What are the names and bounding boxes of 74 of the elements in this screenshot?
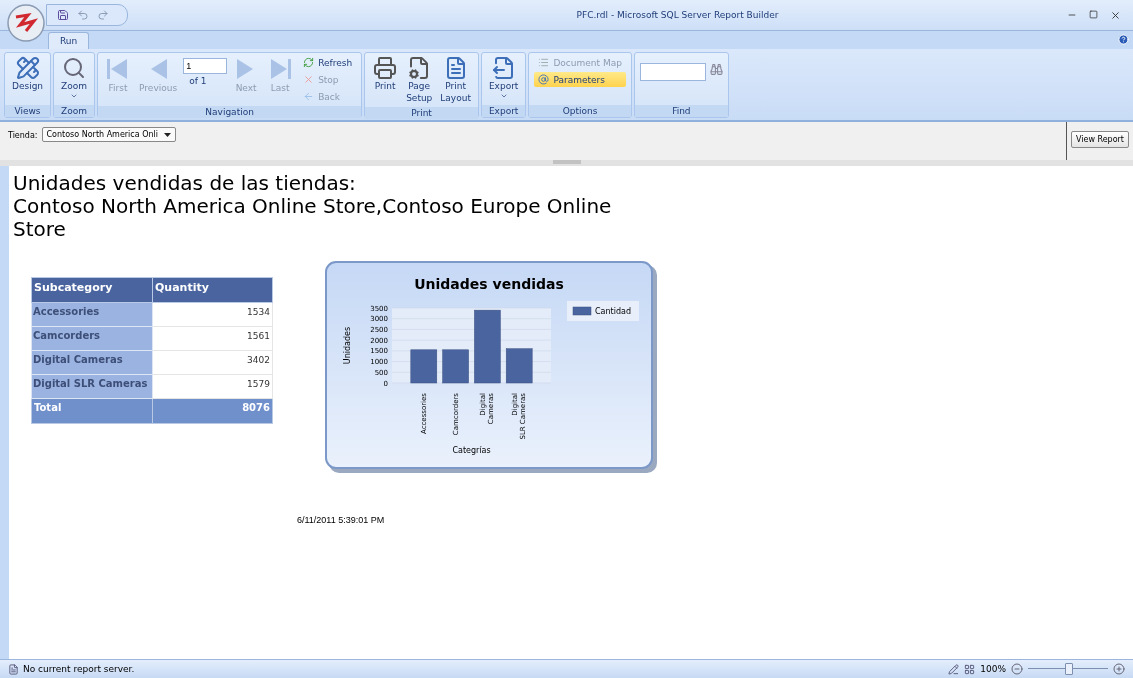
ribbon-tab[interactable]: Run [48, 32, 90, 49]
table-cell: Digital SLR Cameras [31, 374, 153, 399]
column-header: Quantity [152, 277, 273, 303]
at-sign-icon [538, 74, 550, 85]
zoom-in-icon[interactable] [1113, 663, 1125, 675]
design-button[interactable]: Design [10, 55, 46, 93]
splitter-handle[interactable] [552, 160, 581, 164]
report-title: Unidades vendidas de las tiendas: [13, 172, 357, 195]
printer-icon [373, 56, 398, 80]
pencil-ruler-icon [15, 56, 40, 80]
find-field[interactable] [639, 63, 706, 81]
chart-title: Unidades vendidas [414, 276, 564, 292]
status-message: No current report server. [23, 664, 135, 674]
binoculars-icon[interactable] [709, 63, 723, 76]
refresh-button[interactable]: Refresh [299, 55, 357, 70]
axis-title: Categrías [452, 446, 491, 455]
back-arrow-icon [303, 91, 315, 102]
print-button[interactable]: Print Layout [438, 55, 473, 105]
axis-title: Unidades [343, 326, 352, 365]
table-cell: 1534 [152, 302, 273, 327]
table-cell: 1579 [152, 374, 273, 399]
save-icon[interactable] [57, 9, 69, 21]
group-label: Views [5, 105, 51, 117]
bar [442, 349, 469, 384]
group-label: Navigation [98, 106, 362, 118]
help-icon[interactable] [1118, 34, 1129, 45]
legend: Cantidad [567, 301, 639, 321]
close-icon[interactable] [1110, 9, 1121, 21]
report-title: Contoso North America Online Store,Contoso Europe Online Store [13, 195, 613, 241]
zoom-out-icon[interactable] [1011, 663, 1023, 675]
magnifier-icon [62, 56, 87, 80]
slider-thumb[interactable] [1065, 663, 1073, 675]
group-label: Options [529, 105, 631, 117]
print-button[interactable]: Print [370, 55, 401, 93]
bar [505, 348, 533, 384]
refresh-icon [303, 57, 315, 68]
document-icon [8, 663, 19, 675]
layout-icon[interactable] [964, 663, 976, 675]
stop-icon [303, 74, 315, 85]
table-cell: Camcorders [31, 326, 153, 351]
export-button[interactable]: Export [486, 55, 521, 101]
bar [410, 349, 438, 384]
option-button[interactable]: Parameters [534, 72, 626, 87]
store-dropdown[interactable]: Contoso North America Onli [41, 127, 176, 142]
table-cell: 1561 [152, 326, 273, 351]
timestamp: 6/11/2011 5:39:01 PM [297, 515, 386, 525]
list-icon [538, 57, 550, 68]
parameter-label: Tienda: [8, 131, 38, 140]
maximize-icon[interactable] [1089, 9, 1098, 19]
redo-icon[interactable] [97, 9, 109, 21]
table-cell: Digital Cameras [31, 350, 153, 375]
group-label: Zoom [54, 105, 95, 117]
group-label: Export [481, 105, 526, 117]
caret-icon [499, 92, 508, 100]
table-cell: 3402 [152, 350, 273, 375]
window-title: PFC.rdl - Microsoft SQL Server Report Builder [575, 10, 780, 20]
view-report-button[interactable]: View Report [1070, 131, 1129, 148]
export-icon [491, 56, 516, 80]
caret-icon [164, 132, 171, 137]
legend-label: Cantidad [595, 307, 631, 316]
total-cell: Total [31, 398, 153, 424]
page-count: of 1 [189, 76, 208, 86]
table-cell: Accessories [31, 302, 153, 327]
print-button[interactable]: Page Setup [404, 55, 435, 105]
caret-icon [70, 92, 79, 100]
group-label: Find [634, 105, 728, 117]
zoom-level: 100% [980, 664, 1006, 674]
zoom-button[interactable]: Zoom [59, 55, 90, 101]
column-header: Subcategory [31, 277, 153, 303]
total-cell: 8076 [152, 398, 273, 424]
group-label: Print [365, 107, 478, 119]
undo-icon[interactable] [77, 9, 89, 21]
pencil-icon[interactable] [948, 663, 960, 675]
page-number-field[interactable]: 1 [183, 58, 228, 74]
